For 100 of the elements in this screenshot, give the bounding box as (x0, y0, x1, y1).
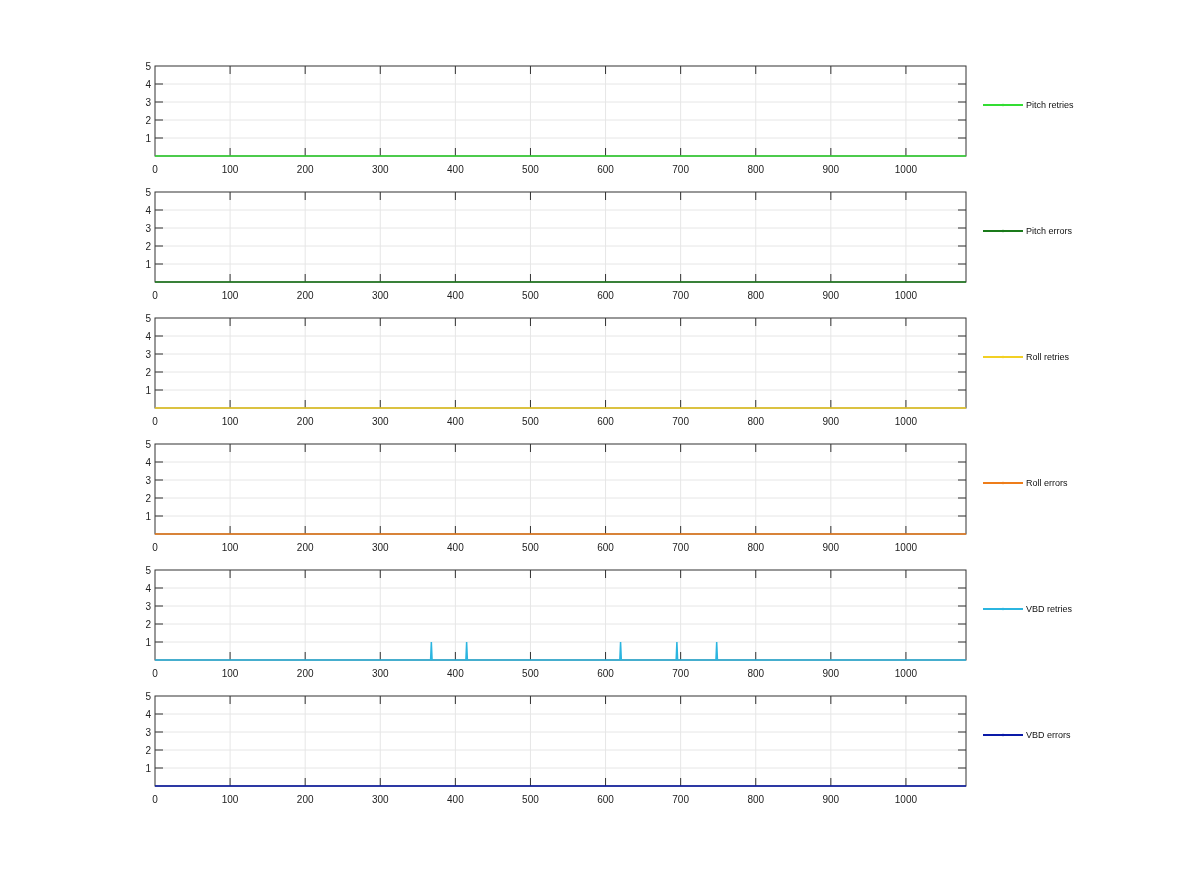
y-tick-label: 4 (145, 709, 151, 720)
y-tick-label: 4 (145, 205, 151, 216)
legend-label: Pitch errors (1026, 226, 1072, 236)
x-tick-label: 300 (371, 668, 389, 679)
y-tick-label: 3 (145, 727, 151, 738)
x-tick-label: 1000 (894, 794, 918, 805)
y-tick-label: 3 (145, 601, 151, 612)
x-tick-label: 800 (747, 290, 765, 301)
x-tick-label: 400 (447, 416, 464, 427)
x-tick-label: 700 (672, 416, 689, 427)
x-tick-label: 200 (296, 164, 314, 175)
x-tick-label: 100 (221, 542, 239, 553)
y-tick-label: 2 (145, 619, 151, 630)
y-tick-label: 2 (145, 367, 151, 378)
y-tick-label: 1 (145, 385, 151, 396)
x-tick-label: 500 (522, 794, 539, 805)
y-tick-label: 3 (145, 349, 151, 360)
x-tick-label: 600 (597, 794, 614, 805)
x-tick-label: 200 (296, 290, 314, 301)
x-tick-label: 400 (447, 164, 464, 175)
x-tick-label: 500 (522, 290, 539, 301)
x-tick-label: 100 (221, 794, 239, 805)
y-tick-label: 4 (145, 331, 151, 342)
legend-label: Roll errors (1026, 478, 1068, 488)
x-tick-label: 600 (597, 542, 614, 553)
x-tick-label: 400 (447, 290, 464, 301)
x-tick-label: 500 (522, 416, 539, 427)
y-tick-label: 5 (145, 187, 151, 198)
y-tick-label: 5 (145, 61, 151, 72)
y-tick-label: 4 (145, 79, 151, 90)
x-tick-label: 700 (672, 794, 689, 805)
y-tick-label: 3 (145, 475, 151, 486)
x-tick-label: 500 (522, 542, 539, 553)
x-tick-label: 0 (152, 164, 158, 175)
y-tick-label: 3 (145, 97, 151, 108)
x-tick-label: 300 (371, 290, 389, 301)
legend-label: VBD retries (1026, 604, 1072, 614)
x-tick-label: 200 (296, 794, 314, 805)
y-tick-label: 1 (145, 637, 151, 648)
x-tick-label: 0 (152, 416, 158, 427)
x-tick-label: 700 (672, 668, 689, 679)
x-tick-label: 1000 (894, 542, 918, 553)
x-tick-label: 1000 (894, 416, 918, 427)
x-tick-label: 0 (152, 542, 158, 553)
y-tick-label: 4 (145, 583, 151, 594)
x-tick-label: 900 (822, 416, 840, 427)
x-tick-label: 100 (221, 416, 239, 427)
y-tick-label: 2 (145, 241, 151, 252)
x-tick-label: 1000 (894, 668, 918, 679)
x-tick-label: 600 (597, 290, 614, 301)
x-tick-label: 800 (747, 164, 765, 175)
x-tick-label: 300 (371, 416, 389, 427)
x-tick-label: 400 (447, 668, 464, 679)
legend-label: Roll retries (1026, 352, 1069, 362)
y-tick-label: 1 (145, 511, 151, 522)
x-tick-label: 700 (672, 164, 689, 175)
x-tick-label: 200 (296, 416, 314, 427)
x-tick-label: 400 (447, 794, 464, 805)
x-tick-label: 900 (822, 290, 840, 301)
x-tick-label: 800 (747, 542, 765, 553)
y-tick-label: 1 (145, 259, 151, 270)
x-tick-label: 0 (152, 290, 158, 301)
x-tick-label: 100 (221, 290, 239, 301)
x-tick-label: 700 (672, 290, 689, 301)
x-tick-label: 700 (672, 542, 689, 553)
y-tick-label: 1 (145, 133, 151, 144)
legend-label: Pitch retries (1026, 100, 1074, 110)
x-tick-label: 1000 (894, 164, 918, 175)
x-tick-label: 600 (597, 668, 614, 679)
x-tick-label: 200 (296, 542, 314, 553)
x-tick-label: 100 (221, 668, 239, 679)
x-tick-label: 500 (522, 668, 539, 679)
x-tick-label: 0 (152, 794, 158, 805)
y-tick-label: 2 (145, 493, 151, 504)
x-tick-label: 200 (296, 668, 314, 679)
x-tick-label: 800 (747, 416, 765, 427)
x-tick-label: 500 (522, 164, 539, 175)
x-tick-label: 300 (371, 794, 389, 805)
x-tick-label: 800 (747, 794, 765, 805)
x-tick-label: 600 (597, 164, 614, 175)
y-tick-label: 5 (145, 565, 151, 576)
y-tick-label: 2 (145, 745, 151, 756)
x-tick-label: 100 (221, 164, 239, 175)
x-tick-label: 400 (447, 542, 464, 553)
x-tick-label: 800 (747, 668, 765, 679)
x-tick-label: 900 (822, 668, 840, 679)
y-tick-label: 2 (145, 115, 151, 126)
y-tick-label: 4 (145, 457, 151, 468)
x-tick-label: 0 (152, 668, 158, 679)
x-tick-label: 1000 (894, 290, 918, 301)
y-tick-label: 5 (145, 439, 151, 450)
y-tick-label: 1 (145, 763, 151, 774)
x-tick-label: 900 (822, 794, 840, 805)
x-tick-label: 300 (371, 542, 389, 553)
y-tick-label: 5 (145, 313, 151, 324)
x-tick-label: 900 (822, 164, 840, 175)
legend-label: VBD errors (1026, 730, 1071, 740)
x-tick-label: 900 (822, 542, 840, 553)
x-tick-label: 300 (371, 164, 389, 175)
y-tick-label: 5 (145, 691, 151, 702)
